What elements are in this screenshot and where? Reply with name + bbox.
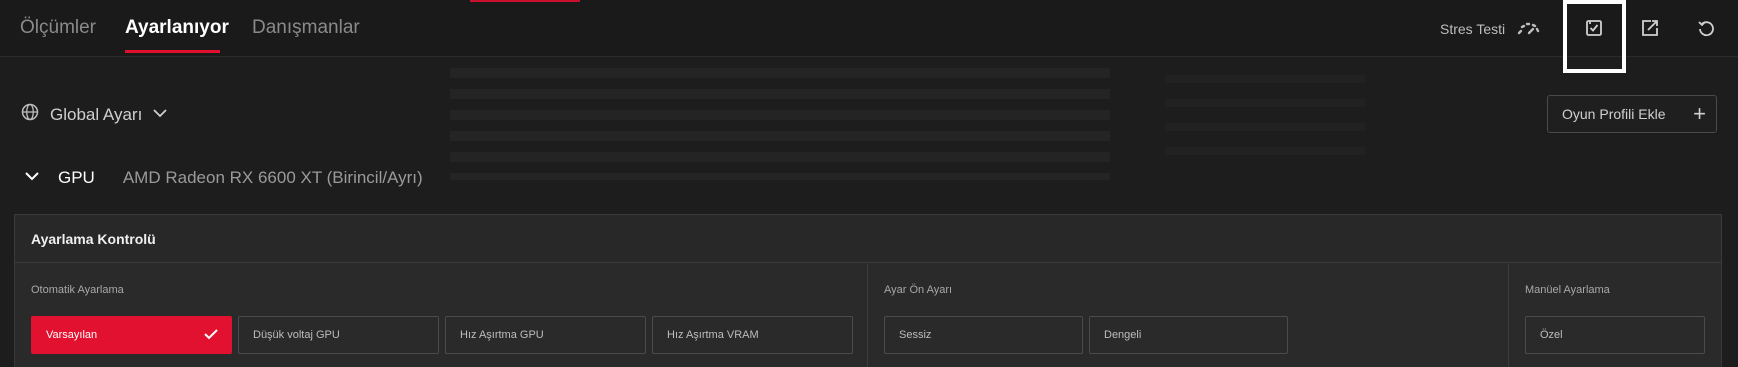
option-default[interactable]: Varsayılan <box>31 316 232 354</box>
speedometer-icon[interactable] <box>1515 14 1543 42</box>
active-tab-indicator <box>125 50 220 53</box>
option-quiet-label: Sessiz <box>899 329 932 341</box>
top-navigation-bar: Ölçümler Ayarlanıyor Danışmanlar Stres T… <box>0 0 1738 57</box>
option-overclock-vram[interactable]: Hız Aşırtma VRAM <box>652 316 853 354</box>
faded-background-content-right <box>1165 75 1365 155</box>
tab-olcumler[interactable]: Ölçümler <box>20 17 96 39</box>
automatic-tuning-section: Otomatik Ayarlama Varsayılan Düşük volta… <box>15 264 867 367</box>
option-custom[interactable]: Özel <box>1525 316 1705 354</box>
gpu-row[interactable]: GPU AMD Radeon RX 6600 XT (Birincil/Ayrı… <box>24 168 423 188</box>
top-accent-line <box>470 0 580 2</box>
stress-test-label[interactable]: Stres Testi <box>1440 21 1505 37</box>
reset-icon[interactable] <box>1692 14 1720 42</box>
export-icon[interactable] <box>1636 14 1664 42</box>
tab-danismanlar[interactable]: Danışmanlar <box>252 17 360 39</box>
tuning-control-panel: Ayarlama Kontrolü Otomatik Ayarlama Vars… <box>14 214 1722 367</box>
add-game-profile-button[interactable]: Oyun Profili Ekle + <box>1547 95 1717 133</box>
gpu-name: AMD Radeon RX 6600 XT (Birincil/Ayrı) <box>122 168 423 187</box>
add-game-profile-label: Oyun Profili Ekle <box>1562 106 1666 122</box>
chevron-down-icon <box>152 106 168 124</box>
highlight-frame <box>1563 0 1626 73</box>
option-undervolt-gpu[interactable]: Düşük voltaj GPU <box>238 316 439 354</box>
globe-icon <box>20 102 40 127</box>
global-profile-selector[interactable]: Global Ayarı <box>20 102 168 127</box>
plus-icon: + <box>1693 101 1706 126</box>
option-undervolt-gpu-label: Düşük voltaj GPU <box>253 329 340 341</box>
gpu-label: GPU <box>58 168 95 187</box>
option-overclock-gpu[interactable]: Hız Aşırtma GPU <box>445 316 646 354</box>
faded-background-content <box>450 68 1110 180</box>
tab-ayarlaniyor[interactable]: Ayarlanıyor <box>125 17 229 39</box>
manual-tuning-section: Manüel Ayarlama Özel <box>1509 264 1722 367</box>
panel-header: Ayarlama Kontrolü <box>15 215 1721 263</box>
tuning-preset-label: Ayar Ön Ayarı <box>884 284 953 296</box>
tuning-preset-section: Ayar Ön Ayarı Sessiz Dengeli <box>868 264 1523 367</box>
option-quiet[interactable]: Sessiz <box>884 316 1083 354</box>
option-balanced-label: Dengeli <box>1104 329 1142 341</box>
chevron-down-icon[interactable] <box>24 169 40 187</box>
automatic-tuning-label: Otomatik Ayarlama <box>31 284 124 296</box>
checkmark-icon <box>203 327 219 344</box>
option-overclock-gpu-label: Hız Aşırtma GPU <box>460 329 544 341</box>
option-balanced[interactable]: Dengeli <box>1089 316 1288 354</box>
global-profile-label: Global Ayarı <box>50 104 143 124</box>
option-custom-label: Özel <box>1540 329 1563 341</box>
option-default-label: Varsayılan <box>46 329 98 341</box>
option-overclock-vram-label: Hız Aşırtma VRAM <box>667 329 759 341</box>
manual-tuning-label: Manüel Ayarlama <box>1525 284 1610 296</box>
panel-title: Ayarlama Kontrolü <box>31 230 156 247</box>
